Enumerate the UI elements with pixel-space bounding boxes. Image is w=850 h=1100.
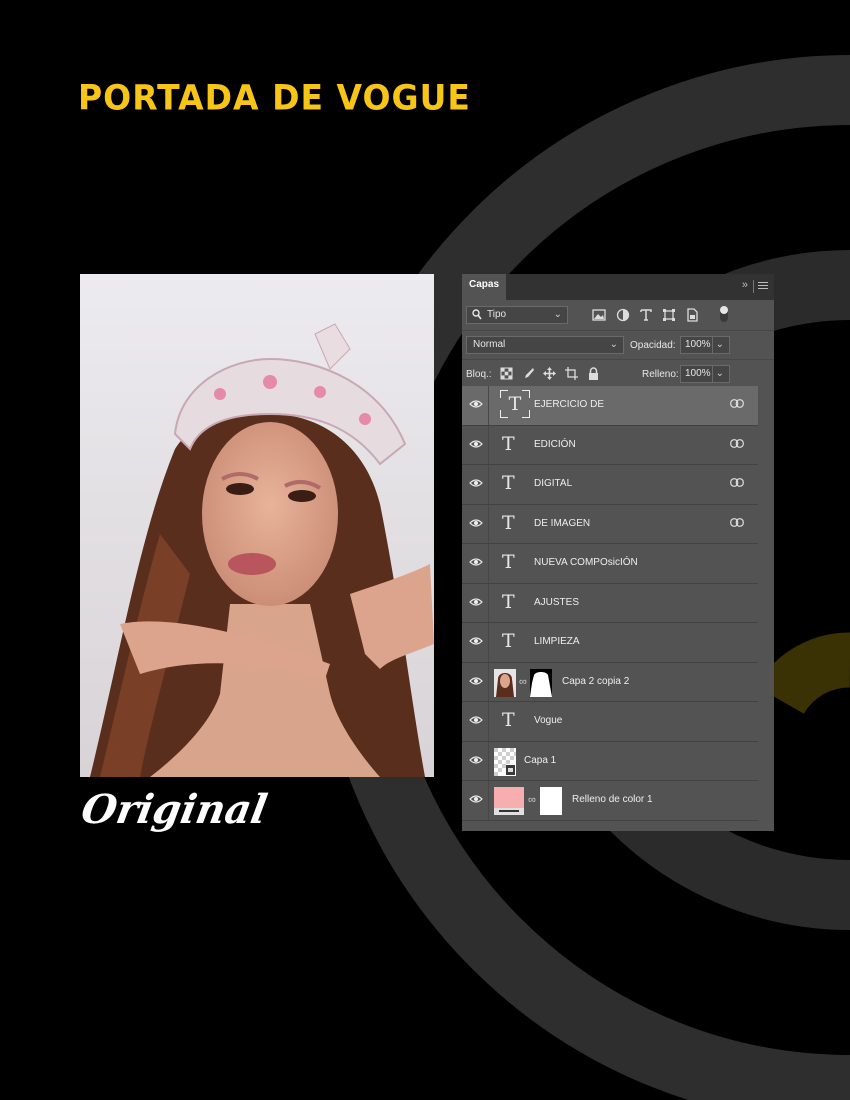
link-icon[interactable] — [730, 399, 744, 408]
layer-row[interactable]: T EDICIÓN — [462, 425, 758, 465]
eye-icon[interactable] — [469, 794, 483, 804]
search-icon — [472, 309, 482, 320]
text-layer-icon: T — [502, 432, 515, 455]
eye-icon[interactable] — [469, 715, 483, 725]
layer-thumbnail — [494, 668, 516, 697]
layer-row[interactable]: T DE IMAGEN — [462, 504, 758, 544]
chevron-down-icon: ⌄ — [715, 368, 724, 379]
opacity-label: Opacidad: — [630, 340, 676, 351]
blend-row: Normal ⌄ Opacidad: 100% ⌄ — [462, 331, 774, 360]
eye-icon[interactable] — [469, 399, 483, 409]
layer-row[interactable]: T Vogue — [462, 702, 758, 742]
filter-kind-value: Tipo — [487, 309, 507, 320]
fill-label: Relleno: — [642, 369, 679, 380]
opacity-value: 100% — [685, 339, 711, 350]
type-filter-icon[interactable] — [639, 308, 653, 322]
image-filter-icon[interactable] — [592, 308, 606, 322]
layer-name: LIMPIEZA — [534, 636, 580, 647]
text-layer-icon: T — [502, 472, 515, 494]
eye-icon[interactable] — [469, 478, 483, 488]
eye-icon[interactable] — [469, 676, 483, 686]
mask-link-icon[interactable]: ∞ — [528, 794, 536, 806]
fill-input[interactable]: 100% ⌄ — [680, 365, 730, 383]
lock-label: Bloq.: — [466, 369, 492, 380]
text-layer-icon: T — [502, 630, 515, 652]
text-layer-icon: T — [500, 390, 530, 418]
adjustment-filter-icon[interactable] — [616, 308, 630, 322]
layer-row[interactable]: Capa 1 — [462, 741, 758, 781]
tab-layers[interactable]: Capas — [462, 274, 506, 300]
layer-name: AJUSTES — [534, 596, 580, 608]
eye-icon[interactable] — [469, 636, 483, 646]
eye-icon[interactable] — [469, 755, 483, 765]
lock-position-icon[interactable] — [543, 367, 556, 380]
panel-tabbar: Capas » — [462, 274, 774, 300]
text-layer-icon: T — [502, 511, 515, 534]
filter-toggle[interactable] — [720, 306, 728, 322]
lock-pixels-icon[interactable] — [522, 367, 535, 380]
fill-value: 100% — [685, 368, 711, 379]
layer-name: Capa 1 — [524, 754, 557, 766]
layer-mask-thumbnail — [540, 787, 562, 815]
text-layer-icon: T — [502, 590, 515, 613]
original-photo — [80, 274, 434, 777]
layer-name: EDICIÓN — [534, 438, 576, 450]
opacity-input[interactable]: 100% ⌄ — [680, 336, 730, 354]
filter-kind-select[interactable]: Tipo ⌄ — [466, 306, 568, 324]
smart-object-filter-icon[interactable] — [685, 308, 699, 322]
original-caption: Original — [77, 786, 271, 833]
lock-artboard-icon[interactable] — [565, 367, 578, 380]
shape-filter-icon[interactable] — [662, 308, 676, 322]
eye-icon[interactable] — [469, 597, 483, 607]
layer-row[interactable]: T AJUSTES — [462, 583, 758, 623]
mask-link-icon[interactable]: ∞ — [519, 676, 527, 688]
chevron-down-icon: ⌄ — [715, 339, 724, 350]
link-icon[interactable] — [730, 438, 744, 448]
layer-mask-thumbnail — [530, 668, 552, 697]
tabbar-divider — [753, 280, 754, 293]
layer-name: Relleno de color 1 — [572, 794, 653, 805]
page-title: PORTADA DE VOGUE — [78, 77, 471, 118]
layer-row[interactable]: T NUEVA COMPOsicIÓN — [462, 544, 758, 584]
link-icon[interactable] — [730, 517, 744, 527]
layer-row[interactable]: ∞ Relleno de color 1 — [462, 781, 758, 821]
panel-menu-icon[interactable] — [758, 282, 768, 291]
color-fill-thumbnail — [494, 787, 524, 815]
text-layer-icon: T — [502, 551, 515, 573]
link-icon[interactable] — [730, 478, 744, 487]
layer-name: Capa 2 copia 2 — [562, 675, 630, 687]
smart-object-thumbnail — [494, 747, 516, 776]
layers-panel: Capas » Tipo ⌄ Normal ⌄ Opacidad: 100% ⌄… — [462, 274, 774, 831]
lock-transparency-icon[interactable] — [500, 367, 513, 380]
layer-name: DE IMAGEN — [534, 517, 591, 529]
filter-row: Tipo ⌄ — [462, 300, 774, 331]
blend-mode-value: Normal — [473, 339, 506, 350]
layer-name: Vogue — [534, 715, 563, 726]
layer-name: DIGITAL — [534, 478, 573, 489]
lock-row: Bloq.: Relleno: 100% ⌄ — [462, 360, 774, 389]
eye-icon[interactable] — [469, 557, 483, 567]
layer-scrollbar[interactable] — [758, 386, 774, 831]
layer-row[interactable]: ∞ Capa 2 copia 2 — [462, 662, 758, 702]
layer-row[interactable]: T EJERCICIO DE — [462, 386, 758, 426]
chevron-down-icon: ⌄ — [553, 309, 562, 320]
chevron-down-icon: ⌄ — [609, 339, 618, 350]
eye-icon[interactable] — [469, 439, 483, 449]
layer-name: NUEVA COMPOsicIÓN — [534, 557, 638, 568]
layer-name: EJERCICIO DE — [534, 399, 605, 410]
eye-icon[interactable] — [469, 518, 483, 528]
layer-row[interactable]: T DIGITAL — [462, 465, 758, 505]
lock-all-icon[interactable] — [587, 367, 600, 380]
blend-mode-select[interactable]: Normal ⌄ — [466, 336, 624, 354]
collapse-panel-icon[interactable]: » — [742, 279, 748, 291]
layer-list: T EJERCICIO DE T EDICIÓN T DIGITAL T DE … — [462, 386, 758, 821]
text-layer-icon: T — [502, 709, 515, 731]
layer-row[interactable]: T LIMPIEZA — [462, 623, 758, 663]
